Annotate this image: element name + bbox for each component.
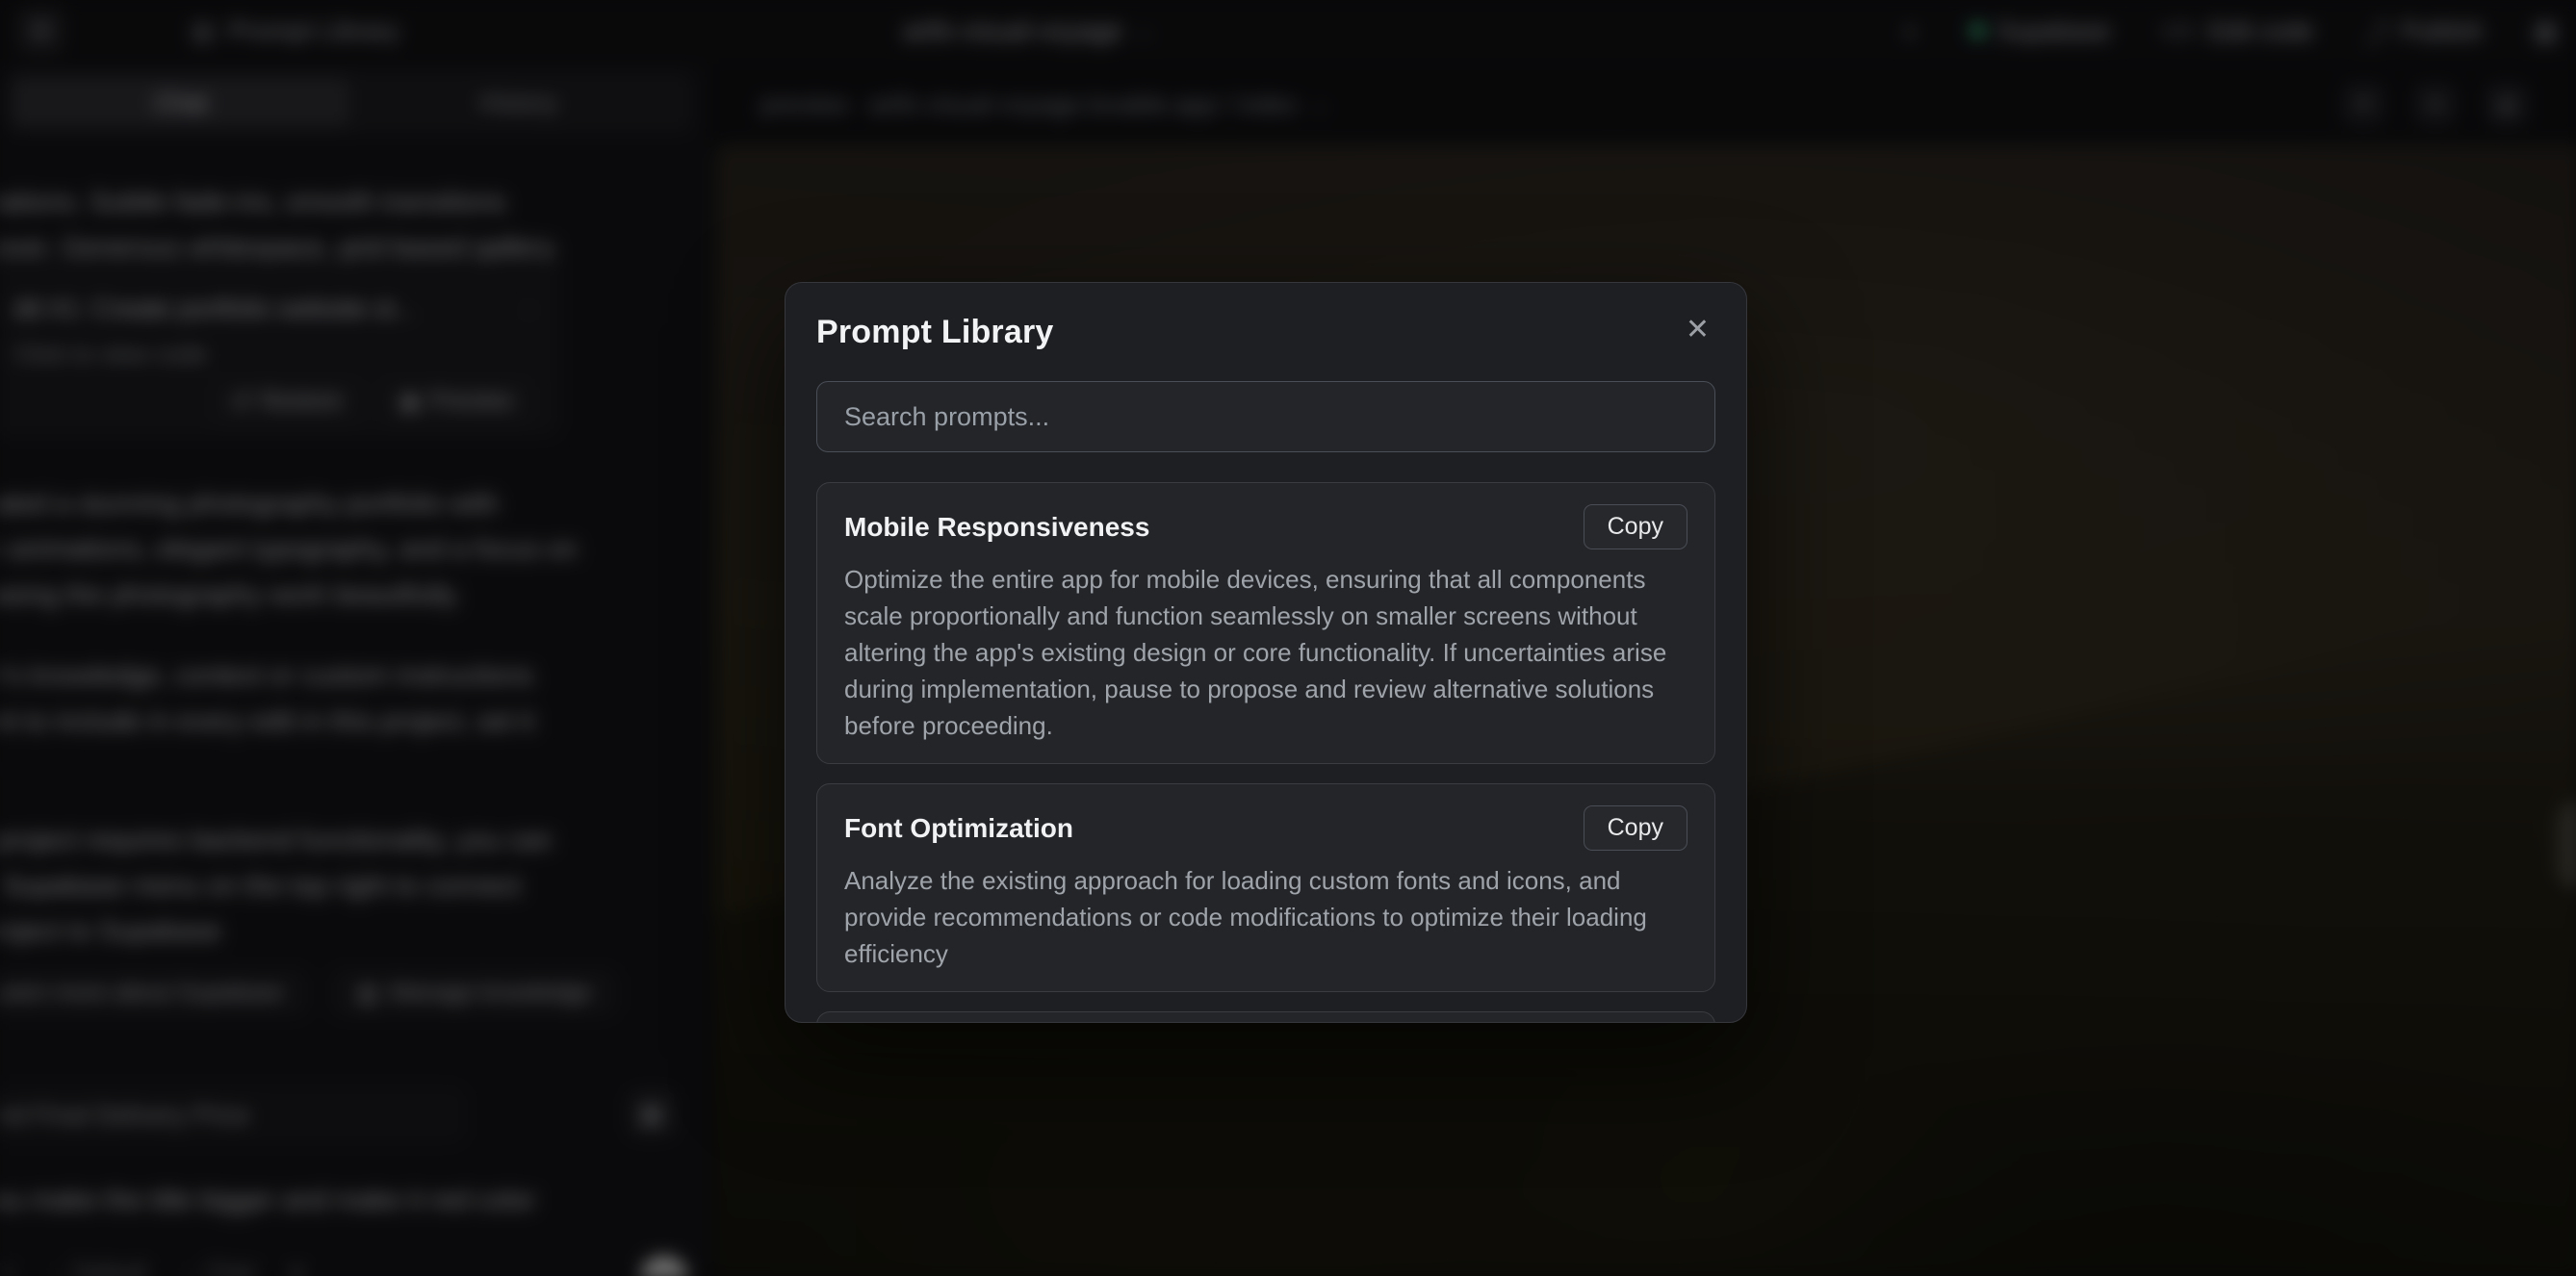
copy-button[interactable]: Copy xyxy=(1584,805,1687,851)
prompt-card-partial[interactable] xyxy=(816,1011,1715,1023)
prompt-description: Analyze the existing approach for loadin… xyxy=(844,862,1687,972)
prompt-card-mobile-responsiveness[interactable]: Mobile Responsiveness Copy Optimize the … xyxy=(816,482,1715,764)
prompt-card-font-optimization[interactable]: Font Optimization Copy Analyze the exist… xyxy=(816,783,1715,992)
prompt-library-modal: Prompt Library ✕ Mobile Responsiveness C… xyxy=(785,282,1747,1023)
app-window: ♥ ▤ Prompt Library artfx-visual-voyage ⌄… xyxy=(0,0,2576,1276)
prompt-title: Mobile Responsiveness xyxy=(844,512,1149,543)
copy-button[interactable]: Copy xyxy=(1584,504,1687,549)
prompt-title: Font Optimization xyxy=(844,813,1073,844)
modal-title: Prompt Library xyxy=(816,314,1054,351)
close-icon[interactable]: ✕ xyxy=(1680,314,1715,346)
search-input[interactable] xyxy=(816,381,1715,452)
prompt-list: Mobile Responsiveness Copy Optimize the … xyxy=(816,482,1715,1023)
prompt-description: Optimize the entire app for mobile devic… xyxy=(844,561,1687,744)
